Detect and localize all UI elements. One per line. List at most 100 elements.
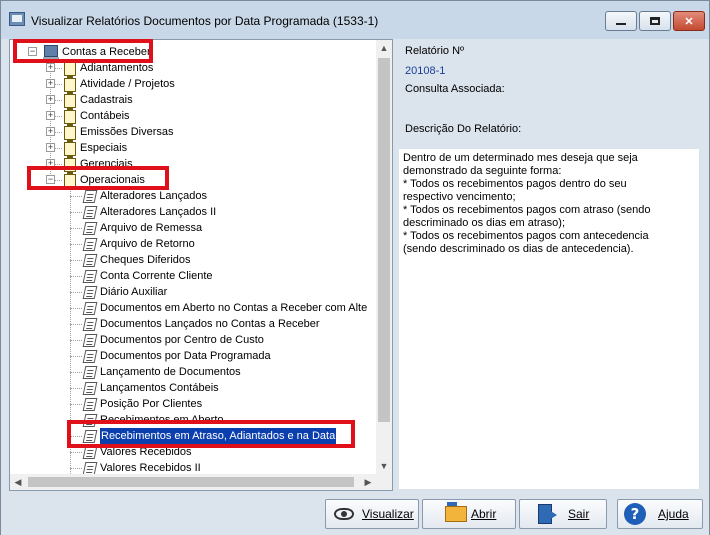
report-icon	[82, 334, 98, 347]
tree-report-item[interactable]: Diário Auxiliar	[10, 284, 376, 300]
tree-group-label: Atividade / Projetos	[80, 78, 175, 90]
maximize-button[interactable]	[639, 11, 671, 31]
tree-report-item[interactable]: Lançamento de Documentos	[10, 364, 376, 380]
folder-icon	[64, 124, 76, 140]
tree-report-item[interactable]: Documentos Lançados no Contas a Receber	[10, 316, 376, 332]
tree-report-item[interactable]: Lançamentos Contábeis	[10, 380, 376, 396]
tree-report-label: Cheques Diferidos	[100, 254, 191, 266]
tree-report-item[interactable]: Alteradores Lançados	[10, 188, 376, 204]
title-bar: Visualizar Relatórios Documentos por Dat…	[1, 1, 709, 39]
visualizar-label: Visualizar	[362, 507, 414, 521]
close-button[interactable]: ✕	[673, 11, 705, 31]
ajuda-button[interactable]: ? Ajuda	[617, 499, 703, 529]
tree-report-label: Documentos Lançados no Contas a Receber	[100, 318, 320, 330]
tree-guide-line	[70, 452, 82, 453]
tree-group-label: Operacionais	[80, 174, 145, 186]
tree-report-item[interactable]: Valores Recebidos	[10, 444, 376, 460]
report-number-value: 20108-1	[405, 65, 446, 77]
tree-group-emiss-es-diversas[interactable]: + Emissões Diversas	[10, 124, 370, 140]
horizontal-scrollbar[interactable]: ◀ ▶	[10, 474, 376, 490]
tree-report-item[interactable]: Arquivo de Remessa	[10, 220, 376, 236]
report-icon	[82, 286, 98, 299]
tree-report-item[interactable]: Documentos por Centro de Custo	[10, 332, 376, 348]
scroll-down-icon[interactable]: ▼	[376, 458, 392, 474]
vertical-scrollbar[interactable]: ▲ ▼	[376, 40, 392, 474]
tree-group-cont-beis[interactable]: + Contábeis	[10, 108, 370, 124]
eye-icon	[334, 508, 354, 520]
expand-icon[interactable]: +	[46, 63, 55, 72]
tree-guide-line	[54, 132, 62, 133]
tree-group-gerenciais[interactable]: + Gerenciais	[10, 156, 370, 172]
visualizar-button[interactable]: Visualizar	[325, 499, 419, 529]
tree-guide-line	[54, 116, 62, 117]
tree-report-label: Lançamentos Contábeis	[100, 382, 219, 394]
tree-guide-line	[70, 436, 82, 437]
vertical-scroll-thumb[interactable]	[378, 58, 390, 422]
tree-guide-line	[54, 100, 62, 101]
tree-report-label: Documentos por Centro de Custo	[100, 334, 264, 346]
tree-report-label: Alteradores Lançados	[100, 190, 208, 202]
expand-icon[interactable]: +	[46, 159, 55, 168]
tree-guide-line	[70, 212, 82, 213]
expand-icon[interactable]: +	[46, 95, 55, 104]
report-icon	[82, 382, 98, 395]
collapse-icon[interactable]: −	[28, 47, 37, 56]
tree-guide-line	[70, 468, 82, 469]
tree-report-item[interactable]: Alteradores Lançados II	[10, 204, 376, 220]
tree-root-label: Contas a Receber	[62, 46, 151, 58]
minimize-button[interactable]	[605, 11, 637, 31]
tree-guide-line	[70, 196, 82, 197]
window-title: Visualizar Relatórios Documentos por Dat…	[31, 14, 379, 28]
expand-icon[interactable]: +	[46, 127, 55, 136]
tree-group-cadastrais[interactable]: + Cadastrais	[10, 92, 370, 108]
tree-report-item[interactable]: Valores Recebidos II	[10, 460, 376, 474]
expand-icon[interactable]: +	[46, 79, 55, 88]
tree-root[interactable]: − Contas a Receber	[10, 44, 370, 60]
tree-group-especiais[interactable]: + Especiais	[10, 140, 370, 156]
scroll-left-icon[interactable]: ◀	[10, 474, 26, 490]
scroll-right-icon[interactable]: ▶	[360, 474, 376, 490]
collapse-icon[interactable]: −	[46, 175, 55, 184]
abrir-button[interactable]: Abrir	[422, 499, 516, 529]
exit-icon	[538, 504, 557, 524]
tree-guide-line	[54, 164, 62, 165]
tree-report-label: Documentos em Aberto no Contas a Receber…	[100, 302, 368, 314]
expand-icon[interactable]: +	[46, 111, 55, 120]
tree-report-label: Posição Por Clientes	[100, 398, 203, 410]
open-folder-icon	[445, 502, 467, 522]
scroll-up-icon[interactable]: ▲	[376, 40, 392, 56]
description-text[interactable]: Dentro de um determinado mes deseja que …	[399, 149, 699, 489]
help-icon: ?	[624, 503, 646, 525]
tree-report-label: Documentos por Data Programada	[100, 350, 271, 362]
tree-report-item[interactable]: Arquivo de Retorno	[10, 236, 376, 252]
tree-guide-line	[54, 84, 62, 85]
report-icon	[82, 270, 98, 283]
expand-icon[interactable]: +	[46, 143, 55, 152]
tree-report-item[interactable]: Documentos por Data Programada	[10, 348, 376, 364]
tree-group-adiantamentos[interactable]: + Adiantamentos	[10, 60, 370, 76]
description-label: Descrição Do Relatório:	[405, 123, 522, 135]
tree-guide-line	[54, 68, 62, 69]
tree-group-label: Adiantamentos	[80, 62, 154, 74]
tree-report-item[interactable]: Posição Por Clientes	[10, 396, 376, 412]
report-tree-panel: − Contas a Receber + Adiantamentos + Ativid…	[9, 39, 393, 491]
tree-report-item[interactable]: Recebimentos em Atraso, Adiantados e na …	[10, 428, 376, 444]
folder-icon	[64, 140, 76, 156]
tree-report-item[interactable]: Conta Corrente Cliente	[10, 268, 376, 284]
sair-button[interactable]: Sair	[519, 499, 607, 529]
scroll-corner	[376, 474, 392, 490]
horizontal-scroll-thumb[interactable]	[28, 477, 354, 487]
tree-report-item[interactable]: Recebimentos em Aberto	[10, 412, 376, 428]
report-icon	[82, 318, 98, 331]
report-icon	[82, 190, 98, 203]
maximize-icon	[650, 17, 660, 25]
report-icon	[82, 206, 98, 219]
report-icon	[82, 222, 98, 235]
tree-group-operacionais[interactable]: − Operacionais	[10, 172, 370, 188]
report-icon	[82, 238, 98, 251]
tree-guide-line	[70, 292, 82, 293]
tree-report-label: Valores Recebidos	[100, 446, 192, 458]
tree-group-atividade-projetos[interactable]: + Atividade / Projetos	[10, 76, 370, 92]
tree-report-item[interactable]: Documentos em Aberto no Contas a Receber…	[10, 300, 376, 316]
tree-report-item[interactable]: Cheques Diferidos	[10, 252, 376, 268]
